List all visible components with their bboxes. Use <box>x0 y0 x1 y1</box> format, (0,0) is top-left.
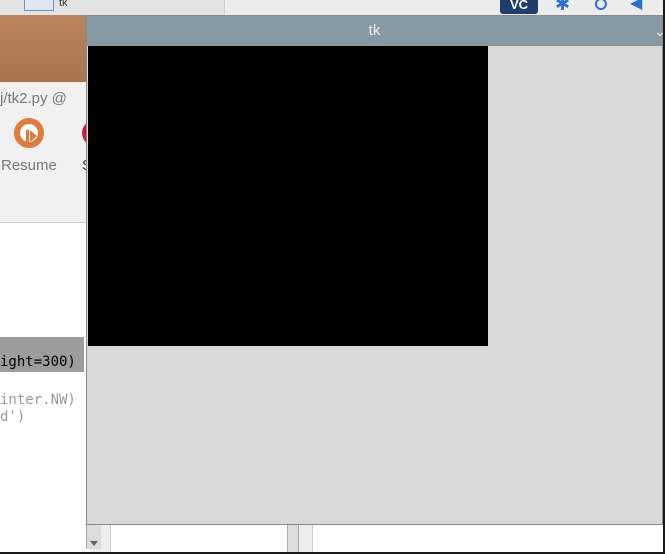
volume-icon[interactable]: ◀ <box>630 0 642 13</box>
chevron-down-icon[interactable]: ⌄ <box>654 18 665 44</box>
window-titlebar[interactable]: tk ⌄ <box>87 16 665 46</box>
bluetooth-icon[interactable]: ✱ <box>555 0 570 13</box>
scrollbar-down-arrow[interactable] <box>86 525 101 549</box>
resume-button-label[interactable]: Resume <box>1 157 57 174</box>
vnc-tray-icon[interactable]: VC <box>500 0 538 14</box>
resume-icon[interactable] <box>14 118 44 148</box>
file-path: j/tk2.py @ <box>0 90 67 107</box>
ide-header <box>0 15 90 82</box>
code-line: d') <box>0 409 26 425</box>
ide-bottom-panel-right <box>312 525 664 552</box>
code-editor[interactable] <box>0 237 90 537</box>
taskbar: tk VC ✱ ◀ <box>0 0 665 16</box>
tk-canvas[interactable] <box>88 46 488 346</box>
code-line: ight=300) <box>0 354 76 370</box>
code-line: inter.NW) <box>0 392 76 408</box>
network-icon[interactable] <box>595 0 607 10</box>
taskbar-window-label[interactable]: tk <box>59 0 68 9</box>
taskbar-window-thumbnail[interactable] <box>24 0 54 11</box>
pane-splitter[interactable] <box>287 525 299 552</box>
tk-window: tk ⌄ <box>86 15 665 525</box>
window-title: tk <box>368 22 381 39</box>
ide-bottom-panel-left <box>110 525 287 552</box>
